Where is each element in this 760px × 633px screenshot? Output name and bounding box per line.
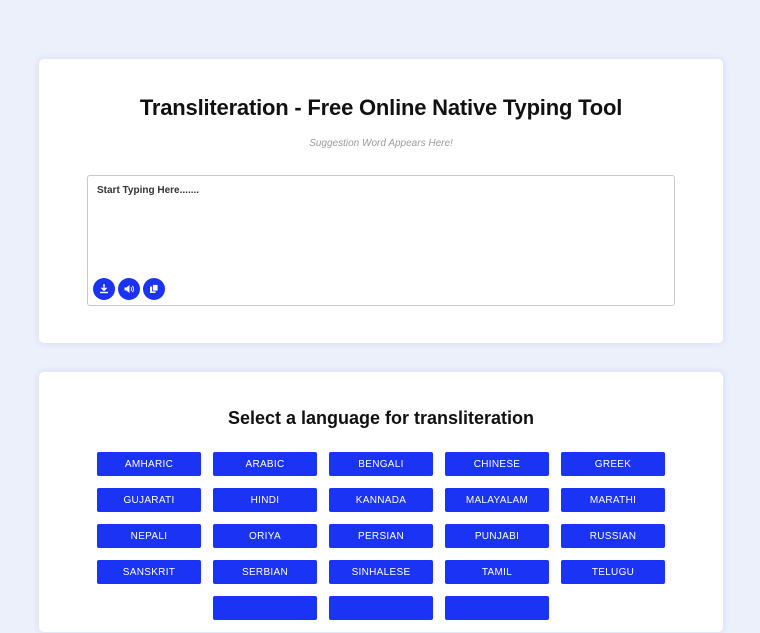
language-section-title: Select a language for transliteration (227, 408, 535, 428)
language-card: Select a language for transliteration AM… (38, 371, 724, 633)
language-button-serbian[interactable]: SERBIAN (213, 560, 317, 584)
typing-area-placeholder: Start Typing Here....... (97, 185, 200, 196)
suggestion-text: Suggestion Word Appears Here! (309, 138, 453, 149)
typing-area[interactable]: Start Typing Here....... (87, 175, 675, 306)
copy-button[interactable] (143, 278, 165, 300)
download-icon (100, 284, 108, 294)
language-button-persian[interactable]: PERSIAN (329, 524, 433, 548)
language-button-hindi[interactable]: HINDI (213, 488, 317, 512)
speaker-icon (124, 285, 135, 293)
language-button-kannada[interactable]: KANNADA (329, 488, 433, 512)
language-button-chinese[interactable]: CHINESE (445, 452, 549, 476)
language-button-bengali[interactable]: BENGALI (329, 452, 433, 476)
language-button-amharic[interactable]: AMHARIC (97, 452, 201, 476)
language-button-sanskrit[interactable]: SANSKRIT (97, 560, 201, 584)
language-button-oriya[interactable]: ORIYA (213, 524, 317, 548)
language-button-nepali[interactable]: NEPALI (97, 524, 201, 548)
language-button-malayalam[interactable]: MALAYALAM (445, 488, 549, 512)
language-button-russian[interactable]: RUSSIAN (561, 524, 665, 548)
copy-icon (150, 284, 159, 293)
language-button-punjabi[interactable]: PUNJABI (445, 524, 549, 548)
language-button-telugu[interactable]: TELUGU (561, 560, 665, 584)
language-button-tamil[interactable]: TAMIL (445, 560, 549, 584)
language-button-gujarati[interactable]: GUJARATI (97, 488, 201, 512)
language-button-sinhalese[interactable]: SINHALESE (329, 560, 433, 584)
download-button[interactable] (93, 278, 115, 300)
language-button-arabic[interactable]: ARABIC (213, 452, 317, 476)
speak-button[interactable] (118, 278, 140, 300)
typing-card: Transliteration - Free Online Native Typ… (38, 58, 724, 344)
language-button-marathi[interactable]: MARATHI (561, 488, 665, 512)
page-title: Transliteration - Free Online Native Typ… (139, 95, 623, 120)
language-button-greek[interactable]: GREEK (561, 452, 665, 476)
editor-toolbar (93, 278, 165, 300)
language-grid: AMHARIC ARABIC BENGALI CHINESE GREEK GUJ… (97, 452, 665, 620)
